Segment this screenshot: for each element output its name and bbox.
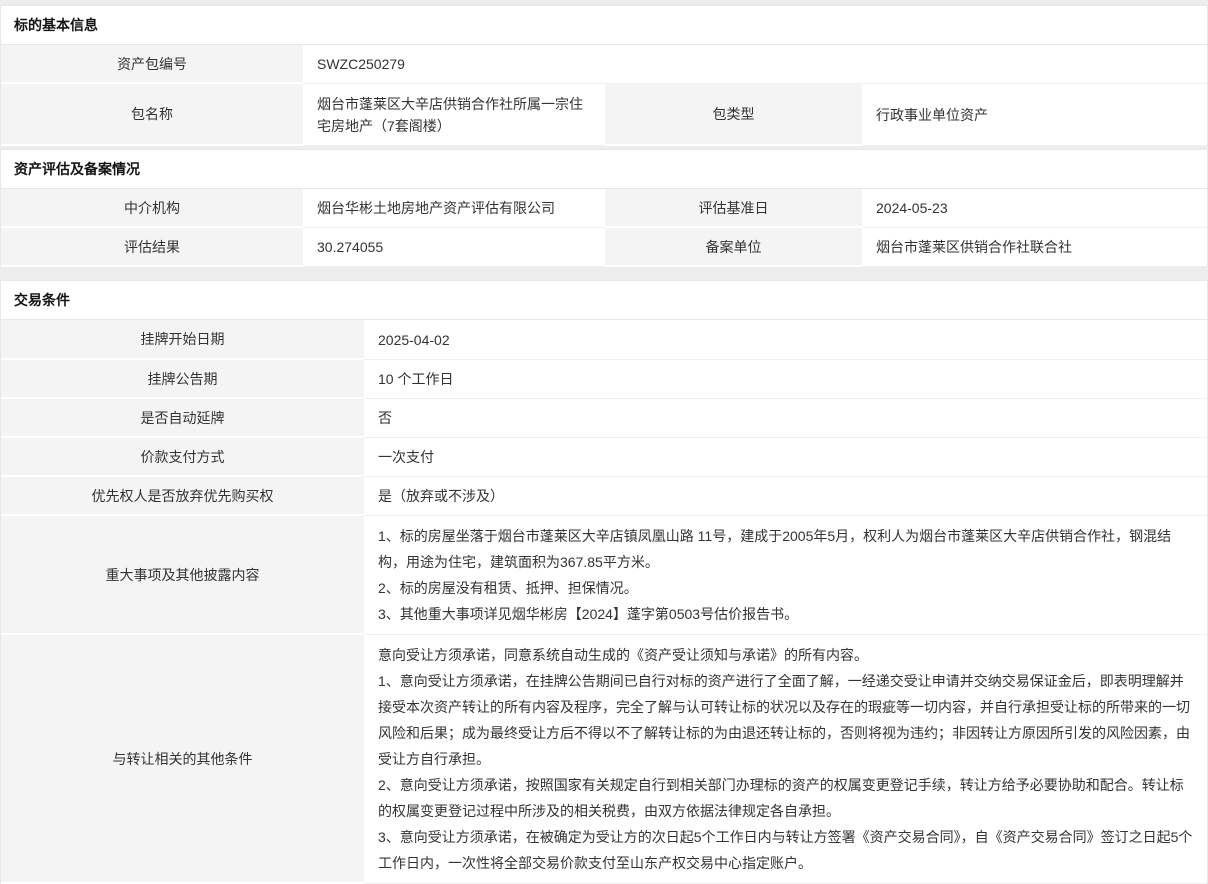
trade-conditions-table: 挂牌开始日期 2025-04-02 挂牌公告期 10 个工作日 是否自动延牌 否…	[1, 320, 1207, 884]
disclosure-line: 3、其他重大事项详见烟华彬房【2024】蓬字第0503号估价报告书。	[378, 601, 1193, 627]
basic-info-table: 资产包编号 SWZC250279 包名称 烟台市蓬莱区大辛店供销合作社所属一宗住…	[1, 45, 1207, 146]
field-value-package-name: 烟台市蓬莱区大辛店供销合作社所属一宗住宅房地产（7套阁楼）	[303, 84, 605, 146]
condition-line: 3、意向受让方须承诺，在被确定为受让方的次日起5个工作日内与转让方签署《资产交易…	[378, 824, 1193, 876]
disclosure-line: 2、标的房屋没有租赁、抵押、担保情况。	[378, 575, 1193, 601]
field-label-payment-method: 价款支付方式	[1, 438, 364, 477]
field-value-listing-start-date: 2025-04-02	[364, 320, 1207, 360]
condition-line: 2、意向受让方须承诺，按照国家有关规定自行到相关部门办理标的资产的权属变更登记手…	[378, 772, 1193, 824]
field-value-major-disclosure: 1、标的房屋坐落于烟台市蓬莱区大辛店镇凤凰山路 11号，建成于2005年5月，权…	[364, 516, 1207, 635]
field-label-filing-unit: 备案单位	[605, 228, 862, 267]
field-value-auto-extension: 否	[364, 399, 1207, 438]
section-title-basic-info: 标的基本信息	[1, 5, 1207, 45]
field-label-agency: 中介机构	[1, 189, 303, 228]
field-value-agency: 烟台华彬土地房地产资产评估有限公司	[303, 189, 605, 228]
field-value-appraisal-result: 30.274055	[303, 228, 605, 267]
field-value-package-type: 行政事业单位资产	[862, 84, 1207, 146]
field-value-other-transfer-conditions: 意向受让方须承诺，同意系统自动生成的《资产受让须知与承诺》的所有内容。 1、意向…	[364, 635, 1207, 884]
field-label-package-number: 资产包编号	[1, 45, 303, 84]
field-label-appraisal-base-date: 评估基准日	[605, 189, 862, 228]
field-label-package-name: 包名称	[1, 84, 303, 146]
field-label-listing-start-date: 挂牌开始日期	[1, 320, 364, 360]
field-label-other-transfer-conditions: 与转让相关的其他条件	[1, 635, 364, 884]
field-value-listing-period: 10 个工作日	[364, 360, 1207, 399]
field-value-payment-method: 一次支付	[364, 438, 1207, 477]
condition-line: 意向受让方须承诺，同意系统自动生成的《资产受让须知与承诺》的所有内容。	[378, 642, 1193, 668]
page: 标的基本信息 资产包编号 SWZC250279 包名称 烟台市蓬莱区大辛店供销合…	[0, 0, 1208, 884]
section-basic-info: 标的基本信息 资产包编号 SWZC250279 包名称 烟台市蓬莱区大辛店供销合…	[0, 5, 1208, 146]
field-value-preemptive-right-waiver: 是（放弃或不涉及）	[364, 477, 1207, 516]
field-label-package-type: 包类型	[605, 84, 862, 146]
section-separator	[0, 267, 1208, 280]
field-value-package-number: SWZC250279	[303, 45, 1207, 84]
field-value-appraisal-base-date: 2024-05-23	[862, 189, 1207, 228]
field-label-major-disclosure: 重大事项及其他披露内容	[1, 516, 364, 635]
section-trade-conditions: 交易条件 挂牌开始日期 2025-04-02 挂牌公告期 10 个工作日 是否自…	[0, 280, 1208, 884]
section-title-appraisal: 资产评估及备案情况	[1, 149, 1207, 189]
condition-line: 1、意向受让方须承诺，在挂牌公告期间已自行对标的资产进行了全面了解，一经递交受让…	[378, 668, 1193, 772]
field-label-preemptive-right-waiver: 优先权人是否放弃优先购买权	[1, 477, 364, 516]
section-appraisal: 资产评估及备案情况 中介机构 烟台华彬土地房地产资产评估有限公司 评估基准日 2…	[0, 149, 1208, 267]
field-label-listing-period: 挂牌公告期	[1, 360, 364, 399]
appraisal-table: 中介机构 烟台华彬土地房地产资产评估有限公司 评估基准日 2024-05-23 …	[1, 189, 1207, 267]
field-label-appraisal-result: 评估结果	[1, 228, 303, 267]
section-title-trade-conditions: 交易条件	[1, 280, 1207, 320]
field-label-auto-extension: 是否自动延牌	[1, 399, 364, 438]
disclosure-line: 1、标的房屋坐落于烟台市蓬莱区大辛店镇凤凰山路 11号，建成于2005年5月，权…	[378, 523, 1193, 575]
field-value-filing-unit: 烟台市蓬莱区供销合作社联合社	[862, 228, 1207, 267]
